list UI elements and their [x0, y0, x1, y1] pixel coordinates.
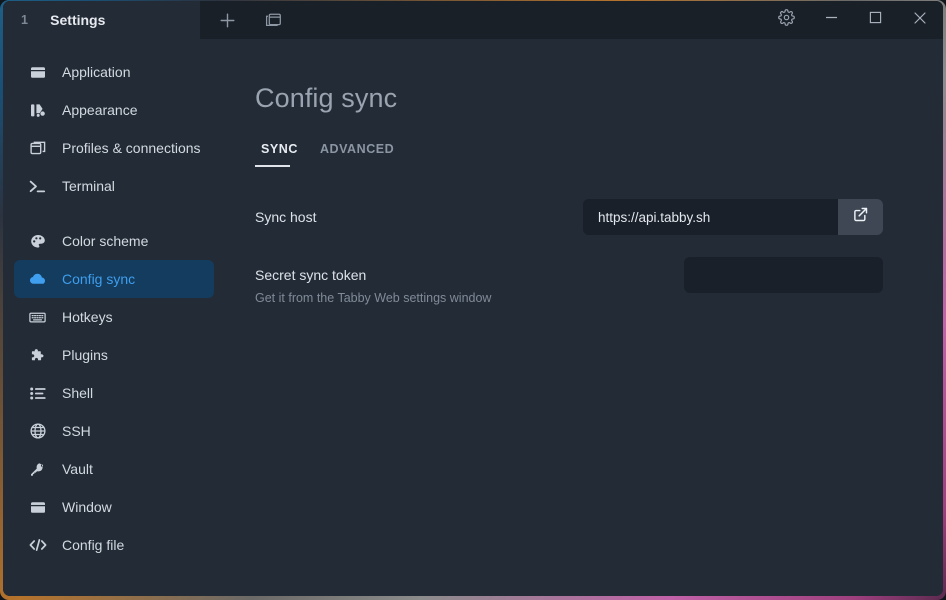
sidebar: Application Appearance Profiles & connec…: [3, 39, 225, 596]
palette-icon: [28, 234, 47, 249]
sidebar-item-label: Config file: [62, 537, 125, 553]
cloud-icon: [28, 272, 47, 286]
secret-token-label-group: Secret sync token Get it from the Tabby …: [255, 257, 684, 307]
external-link-icon: [853, 207, 868, 227]
terminal-prompt-icon: [28, 179, 47, 194]
sidebar-item-label: Profiles & connections: [62, 140, 201, 156]
sidebar-item-profiles-connections[interactable]: Profiles & connections: [14, 129, 214, 167]
main-area: Application Appearance Profiles & connec…: [3, 39, 943, 596]
sidebar-item-hotkeys[interactable]: Hotkeys: [14, 298, 214, 336]
tab-settings[interactable]: 1 Settings: [3, 1, 200, 39]
sidebar-group-separator: [14, 205, 214, 222]
puzzle-piece-icon: [28, 348, 47, 363]
secret-token-label: Secret sync token: [255, 267, 367, 283]
titlebar-actions: [200, 1, 292, 39]
globe-icon: [28, 423, 47, 439]
sidebar-item-shell[interactable]: Shell: [14, 374, 214, 412]
sidebar-item-ssh[interactable]: SSH: [14, 412, 214, 450]
sidebar-item-config-file[interactable]: Config file: [14, 526, 214, 564]
new-tab-button[interactable]: [208, 1, 246, 39]
sidebar-item-label: Terminal: [62, 178, 115, 194]
sidebar-item-color-scheme[interactable]: Color scheme: [14, 222, 214, 260]
window-body: 1 Settings Application Appearance Profil…: [3, 1, 943, 596]
maximize-icon: [868, 10, 883, 30]
window-frame: 1 Settings Application Appearance Profil…: [0, 0, 946, 600]
tab-index: 1: [21, 13, 29, 27]
secret-token-description: Get it from the Tabby Web settings windo…: [255, 291, 492, 305]
sync-host-open-button[interactable]: [838, 199, 883, 235]
tab-sync[interactable]: SYNC: [255, 138, 304, 167]
gear-icon: [777, 9, 795, 31]
sidebar-item-label: Appearance: [62, 102, 138, 118]
sidebar-item-application[interactable]: Application: [14, 53, 214, 91]
sidebar-item-config-sync[interactable]: Config sync: [14, 260, 214, 298]
palette-brush-icon: [28, 103, 47, 118]
minimize-button[interactable]: [809, 1, 853, 39]
maximize-button[interactable]: [853, 1, 897, 39]
sidebar-item-label: SSH: [62, 423, 91, 439]
sidebar-item-label: Config sync: [62, 271, 136, 287]
sidebar-item-label: Application: [62, 64, 131, 80]
close-button[interactable]: [897, 1, 943, 39]
titlebar: 1 Settings: [3, 1, 943, 39]
sync-host-field: [583, 199, 883, 235]
copy-windows-icon: [28, 141, 47, 156]
window-split-icon: [265, 12, 282, 28]
titlebar-drag-region: [292, 1, 763, 39]
content-tabs: SYNC ADVANCED: [255, 138, 883, 167]
window-controls: [763, 1, 943, 39]
sync-host-label: Sync host: [255, 209, 317, 225]
tab-title: Settings: [50, 12, 106, 28]
secret-token-row: Secret sync token Get it from the Tabby …: [255, 257, 883, 307]
sidebar-item-label: Vault: [62, 461, 93, 477]
tab-advanced[interactable]: ADVANCED: [314, 138, 400, 167]
sidebar-item-plugins[interactable]: Plugins: [14, 336, 214, 374]
sidebar-item-terminal[interactable]: Terminal: [14, 167, 214, 205]
sidebar-item-vault[interactable]: Vault: [14, 450, 214, 488]
secret-token-field: [684, 257, 883, 293]
plus-icon: [219, 12, 236, 29]
settings-button[interactable]: [763, 1, 809, 39]
sidebar-item-label: Hotkeys: [62, 309, 113, 325]
content-pane: Config sync SYNC ADVANCED Sync host http…: [225, 39, 943, 596]
window-icon: [28, 65, 47, 80]
keyboard-icon: [28, 311, 47, 324]
sync-host-input[interactable]: [583, 199, 838, 235]
secret-token-input[interactable]: [684, 257, 883, 293]
sidebar-item-label: Plugins: [62, 347, 108, 363]
toggle-panes-button[interactable]: [254, 1, 292, 39]
sidebar-item-label: Window: [62, 499, 112, 515]
sidebar-item-label: Shell: [62, 385, 94, 401]
close-icon: [912, 10, 928, 31]
sync-host-row: Sync host: [255, 199, 883, 235]
sync-host-label-group: Sync host: [255, 199, 583, 227]
sidebar-item-label: Color scheme: [62, 233, 149, 249]
sidebar-item-appearance[interactable]: Appearance: [14, 91, 214, 129]
list-icon: [28, 387, 47, 400]
key-icon: [28, 462, 47, 477]
window-icon: [28, 500, 47, 515]
page-title: Config sync: [255, 83, 398, 113]
minimize-icon: [824, 10, 839, 30]
code-brackets-icon: [28, 538, 47, 552]
sidebar-item-window[interactable]: Window: [14, 488, 214, 526]
